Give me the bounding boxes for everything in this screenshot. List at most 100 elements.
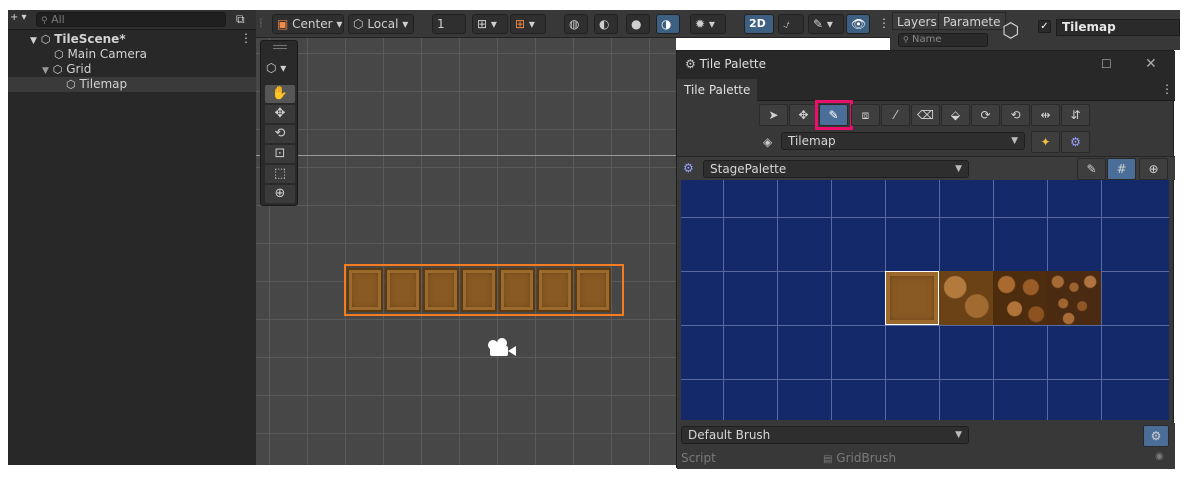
- object-picker-icon[interactable]: ◉: [1155, 452, 1164, 462]
- active-tilemap-dropdown[interactable]: Tilemap ▼: [781, 132, 1025, 150]
- pivot-rotation-label: Local: [367, 17, 399, 31]
- painted-tiles[interactable]: [344, 264, 624, 316]
- scene-row[interactable]: ▼ ⬡ TileScene* ⋮: [8, 32, 256, 47]
- tile-options-button[interactable]: ⚙: [1061, 131, 1090, 153]
- scene-toolbar: ⁞ ▣ Center ▾ ⬡ Local ▾ 1 ⊞ ▾ ⊞ ▾ ◍ ◐ ● ◑…: [256, 10, 890, 38]
- tab-layers[interactable]: Layers: [892, 12, 942, 30]
- brush-dropdown[interactable]: Default Brush ▼: [681, 426, 969, 444]
- tile-settings-icon: ⚙: [1070, 135, 1081, 149]
- fill-tool-button[interactable]: ⬙: [941, 104, 970, 126]
- shaded-wire-button[interactable]: ◐: [594, 14, 618, 34]
- hierarchy-item-main-camera[interactable]: ⬡ Main Camera: [8, 47, 256, 62]
- tile: [537, 268, 573, 312]
- script-file-icon: ▤: [823, 454, 833, 465]
- pivot-mode-dropdown[interactable]: ▣ Center ▾: [272, 14, 344, 34]
- rect-tool-icon[interactable]: ⬚: [265, 165, 295, 183]
- window-title: Tile Palette: [699, 57, 766, 71]
- tools-toggle[interactable]: ✎ ▾: [808, 14, 844, 34]
- window-menu-icon[interactable]: ⋮: [1161, 83, 1173, 95]
- palette-dropdown[interactable]: StagePalette ▼: [703, 160, 969, 178]
- eraser-tool-button[interactable]: ⌫: [911, 104, 940, 126]
- grid-snap-input[interactable]: 1: [432, 14, 466, 34]
- chevron-down-icon: ▼: [955, 430, 962, 440]
- audio-toggle[interactable]: ⍻: [778, 14, 804, 34]
- effects-icon: ✹: [695, 17, 706, 31]
- grid-line: [681, 325, 1169, 326]
- flip-x-tool-button[interactable]: ⇹: [1031, 104, 1060, 126]
- edit-palette-button[interactable]: ✎: [1077, 158, 1106, 180]
- overlay-drag-handle[interactable]: [273, 45, 287, 49]
- palette-icon: ⚙: [683, 161, 694, 175]
- grid-line: [723, 180, 724, 420]
- palette-tile-dirt[interactable]: [885, 271, 939, 325]
- palette-tile-pebbles[interactable]: [1047, 271, 1101, 325]
- move-tool-icon[interactable]: ✥: [265, 105, 295, 123]
- object-name-field[interactable]: Tilemap: [1056, 19, 1180, 36]
- select-icon: ➤: [768, 108, 779, 122]
- scale-tool-icon[interactable]: ⊡: [265, 145, 295, 163]
- rotate-tool-icon[interactable]: ⟲: [265, 125, 295, 143]
- chevron-down-icon: ▼: [955, 164, 962, 174]
- add-dropdown-icon[interactable]: + ▾: [10, 13, 27, 23]
- hierarchy-item-grid[interactable]: ▼ ⬡ Grid: [8, 62, 256, 77]
- search-icon: ⚲: [41, 16, 48, 26]
- gameobject-icon: ⬡: [54, 48, 64, 61]
- tile: [575, 268, 611, 312]
- flip-y-tool-button[interactable]: ⇵: [1061, 104, 1090, 126]
- unity-scene-icon: ⬡: [40, 33, 51, 46]
- hierarchy-item-tilemap[interactable]: ⬡ Tilemap: [8, 77, 256, 92]
- hierarchy-search-input[interactable]: ⚲ All: [36, 12, 226, 27]
- 2d-mode-toggle[interactable]: 2D: [744, 14, 774, 34]
- shaded-button[interactable]: ●: [626, 14, 650, 34]
- draw-mode-button[interactable]: ◍: [564, 14, 588, 34]
- brush-settings-button[interactable]: ⚙: [1143, 425, 1169, 447]
- rotate-ccw-tool-button[interactable]: ⟲: [1001, 104, 1030, 126]
- pivot-rotation-dropdown[interactable]: ⬡ Local ▾: [348, 14, 414, 34]
- picker-tool-button[interactable]: ⁄: [881, 104, 910, 126]
- tab-parameters[interactable]: Paramete: [938, 12, 1006, 30]
- visibility-toggle[interactable]: 👁: [846, 14, 870, 34]
- camera-gizmo-icon[interactable]: [488, 338, 520, 360]
- hierarchy-toolbar: + ▾ ⚲ All ⧉: [8, 10, 256, 30]
- effects-toggle[interactable]: ✹ ▾: [690, 14, 726, 34]
- scene-view[interactable]: [256, 10, 676, 465]
- palette-grid[interactable]: [681, 180, 1169, 420]
- close-icon[interactable]: ✕: [1145, 57, 1157, 71]
- palette-tile-stone[interactable]: [939, 271, 993, 325]
- maximize-icon[interactable]: ☐: [1101, 58, 1112, 70]
- hierarchy-item-label: Grid: [66, 62, 92, 76]
- tab-layers-label: Layers: [897, 15, 937, 29]
- box-fill-tool-button[interactable]: ⧈: [851, 104, 880, 126]
- tile-palette-titlebar[interactable]: ⚙ Tile Palette ☐ ✕: [677, 51, 1175, 77]
- lighting-toggle[interactable]: ◑: [656, 14, 680, 34]
- gameobject-icon: ⬡: [66, 78, 76, 91]
- increment-snap-icon: ⊞: [515, 17, 526, 31]
- rotate-cw-tool-button[interactable]: ⟳: [971, 104, 1000, 126]
- tab-tile-palette[interactable]: Tile Palette: [677, 79, 758, 101]
- select-tool-button[interactable]: ➤: [759, 104, 788, 126]
- expand-arrow-icon[interactable]: ▼: [30, 37, 37, 46]
- palette-tile-cobble[interactable]: [993, 271, 1047, 325]
- expand-arrow-icon[interactable]: ▼: [42, 67, 49, 76]
- grid-snap-toggle[interactable]: ⊞ ▾: [472, 14, 508, 34]
- toolbar-more-icon[interactable]: ⋮: [878, 17, 890, 29]
- target-pick-button[interactable]: ✦: [1031, 131, 1060, 153]
- active-checkbox[interactable]: ✓: [1038, 20, 1051, 33]
- magic-wand-icon: ✦: [1040, 135, 1051, 149]
- search-placeholder: All: [51, 13, 65, 26]
- layers-search-input[interactable]: ⚲ Name: [898, 33, 988, 47]
- tile: [347, 268, 383, 312]
- grid-toggle-button[interactable]: #: [1107, 158, 1136, 180]
- search-options-icon[interactable]: ⧉: [236, 13, 245, 25]
- view-options-icon[interactable]: ⬡ ▾: [266, 61, 286, 75]
- flip-y-icon: ⇵: [1070, 108, 1081, 122]
- gizmo-toggle-button[interactable]: ⊕: [1139, 158, 1168, 180]
- move-tool-button[interactable]: ✥: [789, 104, 818, 126]
- tile-palette-icon: ⚙: [685, 57, 696, 71]
- scene-menu-icon[interactable]: ⋮: [240, 32, 252, 44]
- hand-tool-icon[interactable]: ✋: [265, 85, 295, 103]
- increment-snap-toggle[interactable]: ⊞ ▾: [510, 14, 546, 34]
- scene-tools-overlay: ⬡ ▾ ✋ ✥ ⟲ ⊡ ⬚ ⊕: [260, 40, 298, 206]
- paint-tool-highlight: [815, 100, 853, 130]
- transform-tool-icon[interactable]: ⊕: [265, 185, 295, 203]
